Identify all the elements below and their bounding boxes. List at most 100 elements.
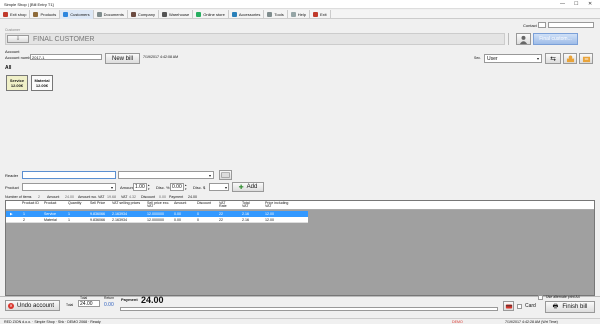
- maximize-button[interactable]: ☐: [574, 1, 578, 7]
- amount-label: Amount: [120, 185, 134, 190]
- disc-dollar-input[interactable]: ▾: [209, 183, 229, 191]
- account-number-field[interactable]: 2017-1: [30, 54, 102, 60]
- menu-item[interactable]: Products: [30, 10, 61, 19]
- table-header: Product ID Product Quantity Sell Price V…: [6, 201, 594, 210]
- payment-summary-value: 24.00: [188, 195, 197, 199]
- arrow-down-icon: ⇩: [15, 36, 21, 42]
- total-label: Total: [66, 303, 74, 307]
- vat-label: VAT: [121, 195, 128, 199]
- payment-footer-label: Payment: [121, 297, 138, 302]
- demo-badge: DEMO: [452, 319, 463, 324]
- row-marker: ▶: [10, 212, 13, 216]
- main-menu: Exit shop Products Customers Documents Compa…: [0, 10, 600, 19]
- settings-button[interactable]: [503, 301, 514, 311]
- table-cell: Material: [44, 218, 57, 222]
- menu-item[interactable]: Exit shop: [0, 10, 31, 19]
- note-field[interactable]: [120, 307, 498, 311]
- customer-select-button[interactable]: ⇩: [7, 35, 29, 43]
- finish-bill-button[interactable]: 🖶 Finish bill: [545, 301, 595, 313]
- column-header: Product: [44, 200, 57, 205]
- finish-bill-label: Finish bill: [562, 304, 588, 310]
- column-header: Total VAT: [242, 200, 250, 209]
- menu-item-label: Warehouse: [168, 12, 190, 17]
- undo-account-label: Undo account: [17, 302, 55, 309]
- table-cell: 0: [197, 212, 199, 216]
- menu-item[interactable]: Company: [128, 10, 159, 19]
- reader-input[interactable]: [22, 171, 116, 179]
- card-label: Card: [525, 303, 536, 309]
- menu-icon: [63, 12, 69, 17]
- cashier-button[interactable]: [563, 53, 577, 64]
- user-select[interactable]: User ▾: [484, 54, 542, 63]
- contact-input[interactable]: [548, 22, 594, 28]
- account-label: Account: [5, 49, 20, 54]
- product-label: Product: [5, 185, 19, 190]
- status-text: RED ZION d.o.o. · Simple Shop · Shk · DE…: [4, 319, 101, 324]
- user-icon: [519, 35, 528, 44]
- contact-label: Contact: [523, 23, 537, 28]
- table-cell: 2.16: [242, 218, 249, 222]
- menu-item[interactable]: Accessories: [229, 10, 265, 19]
- menu-item[interactable]: Tools: [264, 10, 288, 19]
- product-price: 12.00€: [10, 83, 24, 88]
- undo-account-button[interactable]: ✕ Undo account: [5, 300, 60, 311]
- window-title: Simple Shop | [Bill Entry T1]: [4, 2, 54, 7]
- customer-avatar-button[interactable]: [516, 33, 531, 45]
- menu-item[interactable]: Help: [288, 10, 310, 19]
- divider: [508, 33, 512, 45]
- minimize-button[interactable]: —: [560, 1, 565, 7]
- table-cell: 12.000000: [147, 218, 164, 222]
- amount-wo-vat-label: Amount wo. VAT: [78, 195, 105, 199]
- drawer-icon: [582, 56, 590, 62]
- table-cell: 2.16: [242, 212, 249, 216]
- table-cell: 2.163934: [112, 218, 127, 222]
- menu-item-label: Help: [297, 12, 306, 17]
- close-button[interactable]: ✕: [588, 1, 592, 7]
- menu-item-label: Exit: [319, 12, 327, 17]
- customer-bar: ⇩ FINAL CUSTOMER: [5, 33, 505, 45]
- cancel-icon: ✕: [8, 302, 14, 309]
- number-of-items-label: Number of items: [5, 195, 32, 199]
- disc-percent-input[interactable]: 0.00: [170, 183, 184, 191]
- menu-item-label: Company: [137, 12, 155, 17]
- menu-item-label: Tools: [274, 12, 284, 17]
- alt-print-label: Use alternate print A4: [546, 295, 580, 299]
- amount-summary-label: Amount: [47, 195, 60, 199]
- amount-spinner[interactable]: ▴ ▾: [148, 183, 150, 191]
- drawer-button[interactable]: [579, 53, 593, 64]
- menu-item[interactable]: Customers: [60, 10, 94, 19]
- print-icon: 🖶: [552, 304, 559, 310]
- chevron-down-icon: ▾: [110, 185, 113, 190]
- chevron-down-icon: ▾: [208, 173, 211, 178]
- amount-summary-value: 24.00: [65, 195, 74, 199]
- menu-item[interactable]: Documents: [94, 10, 128, 19]
- table-cell: 12.00: [265, 218, 274, 222]
- menu-item-label: Exit shop: [10, 12, 27, 17]
- disc-spinner[interactable]: ▴ ▾: [185, 183, 187, 191]
- product-button-service[interactable]: Service 12.00€: [6, 75, 28, 91]
- alt-print-checkbox[interactable]: [538, 295, 543, 300]
- menu-item[interactable]: Warehouse: [159, 10, 194, 19]
- add-button-label: Add: [246, 184, 258, 190]
- contact-checkbox[interactable]: [538, 22, 546, 28]
- reader-select[interactable]: ▾: [118, 171, 214, 179]
- product-filter-all[interactable]: All: [5, 65, 11, 71]
- row-id: 2: [23, 218, 25, 222]
- final-customer-button[interactable]: Final custom...: [533, 33, 578, 45]
- footer-divider: [0, 296, 600, 297]
- product-button-material[interactable]: Material 12.00€: [31, 75, 53, 91]
- table-cell: 9.836066: [90, 212, 105, 216]
- refresh-button[interactable]: ⇆: [545, 53, 561, 64]
- amount-input[interactable]: 1.00: [133, 183, 147, 191]
- table-cell: 9.836066: [90, 218, 105, 222]
- table-cell: 1: [68, 212, 70, 216]
- table-row[interactable]: 2 Material 1 9.836066 2.163934 12.000000 0.00 0…: [6, 217, 308, 223]
- new-bill-button[interactable]: New bill: [105, 53, 140, 64]
- add-button[interactable]: ✚ Add: [232, 182, 264, 192]
- menu-item[interactable]: Exit: [310, 10, 331, 19]
- product-select[interactable]: ▾: [22, 183, 116, 191]
- card-checkbox[interactable]: [517, 304, 522, 309]
- column-header: Sell Price: [90, 200, 106, 205]
- menu-item[interactable]: Online store: [193, 10, 229, 19]
- keyboard-button[interactable]: [219, 170, 232, 180]
